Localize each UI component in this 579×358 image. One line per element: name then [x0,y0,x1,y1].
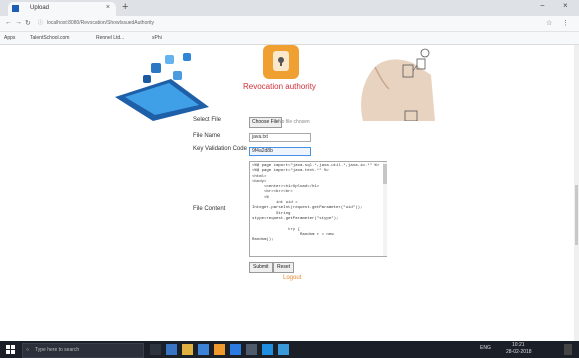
url-field[interactable]: ⓘ localhost:8080/Revocation/ShowIssuedAut… [38,19,538,28]
tray-time[interactable]: 10:21 [512,342,525,348]
key-validation-input[interactable]: 9f4a2d8b [249,147,311,156]
new-tab-button[interactable]: + [122,1,128,13]
address-bar: ← → ↻ ⓘ localhost:8080/Revocation/ShowIss… [0,16,579,32]
select-file-label: Select File [193,117,222,123]
submit-button[interactable]: Submit [249,262,273,273]
file-name-input[interactable]: java.txt [249,133,311,142]
logout-link[interactable]: Logout [283,275,301,281]
edge-icon[interactable] [166,344,177,355]
task-view-icon[interactable] [150,344,161,355]
file-content-label: File Content [193,206,226,212]
search-icon: ○ [26,347,30,353]
star-icon[interactable]: ☆ [546,19,552,27]
notification-icon[interactable] [564,344,572,355]
store-icon[interactable] [198,344,209,355]
banner-caption: Revocation authority [243,82,316,91]
reset-button[interactable]: Reset [273,262,295,273]
site-info-icon[interactable]: ⓘ [38,20,43,26]
tab-title: Upload [30,5,50,11]
bookmark-item[interactable]: Rennel Ltd... [96,35,124,41]
tray-date[interactable]: 28-02-2018 [506,349,532,355]
bookmarks-bar: Apps TalentSchool.com Rennel Ltd... sPhi [0,32,579,45]
file-explorer-icon[interactable] [182,344,193,355]
forward-arrow-icon[interactable]: → [15,19,22,26]
reload-icon[interactable]: ↻ [25,19,31,27]
textarea-scrollbar[interactable] [383,162,387,256]
hero-banner: Revocation authority [113,45,435,121]
menu-icon[interactable]: ⋮ [562,19,569,27]
windows-start-icon[interactable] [5,344,16,355]
tray-lang[interactable]: ENG [480,345,491,351]
file-content-textarea[interactable]: <%@ page import="java.sql.*,java.util.*,… [249,161,387,257]
page-scroll-thumb[interactable] [575,185,578,245]
choose-file-button[interactable]: Choose File [249,117,282,128]
app-icon[interactable] [214,344,225,355]
file-name-label: File Name [193,133,221,139]
page-scrollbar[interactable] [574,45,579,341]
tab-upload[interactable]: Upload × [8,2,116,16]
window-minimize-button[interactable]: − [540,1,545,10]
internet-explorer-icon[interactable] [262,344,273,355]
app-icon[interactable] [278,344,289,355]
window-close-button[interactable]: × [563,1,568,10]
browser-tab-bar: Upload × + − × [0,0,579,16]
bookmark-item[interactable]: TalentSchool.com [30,35,69,41]
no-file-text: No file chosen [278,119,310,125]
url-text: localhost:8080/Revocation/ShowIssuedAuth… [47,20,155,26]
textarea-scroll-thumb[interactable] [383,164,387,184]
search-placeholder: Type here to search [35,347,80,353]
favicon-icon [12,5,19,12]
app-icon[interactable] [246,344,257,355]
windows-taskbar: ○ Type here to search ENG 10:21 28-02-20… [0,341,579,358]
tab-close-icon[interactable]: × [106,4,110,11]
key-validation-label: Key Validation Code [193,146,247,152]
taskbar-search-box[interactable]: ○ Type here to search [22,343,144,358]
app-icon[interactable] [230,344,241,355]
bookmark-item[interactable]: sPhi [152,35,162,41]
back-arrow-icon[interactable]: ← [5,19,12,26]
bookmark-apps[interactable]: Apps [4,35,15,41]
